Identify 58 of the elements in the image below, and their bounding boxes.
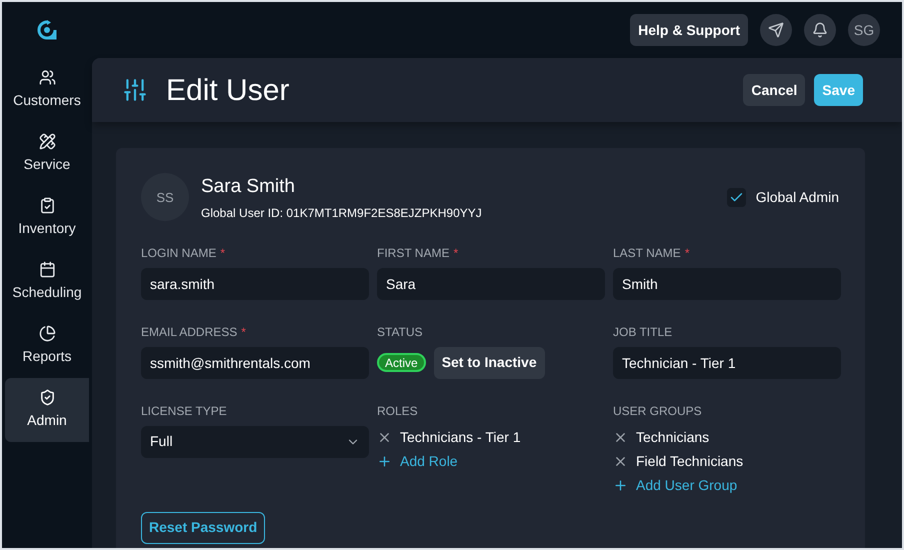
field-label: JOB TITLE — [613, 324, 672, 340]
add-link[interactable]: Add Role — [377, 450, 605, 474]
field-label: LICENSE TYPE — [141, 402, 227, 420]
list-item: Field Technicians — [636, 452, 744, 471]
bell-icon — [812, 22, 828, 38]
required-mark: * — [684, 246, 690, 258]
sidebar-item[interactable]: Inventory — [5, 186, 89, 250]
text-field[interactable]: Sara — [377, 268, 605, 300]
text-field[interactable]: sara.smith — [141, 268, 369, 300]
field-label: USER GROUPS — [613, 402, 702, 420]
cancel-button[interactable]: Cancel — [743, 74, 806, 106]
remove-icon[interactable] — [377, 430, 392, 445]
global-admin-checkbox[interactable] — [726, 188, 746, 207]
sidebar-item[interactable]: Admin — [5, 378, 89, 442]
field-label: FIRST NAME — [377, 244, 450, 262]
page-title: Edit User — [166, 72, 290, 108]
status-badge: Active — [377, 353, 426, 372]
remove-icon[interactable] — [613, 454, 628, 469]
pencil-ruler-icon — [38, 133, 56, 150]
field-label: ROLES — [377, 402, 418, 420]
calendar-icon — [38, 261, 56, 278]
sidebar-item[interactable]: Service — [5, 122, 89, 186]
text-field[interactable]: ssmith@smithrentals.com — [141, 346, 369, 378]
global-user-id: Global User ID: 01K7MT1RM9F2ES8EJZPKH90YYJ — [201, 204, 482, 222]
user-avatar[interactable]: SG — [848, 14, 880, 46]
send-button[interactable] — [760, 14, 792, 46]
checkbox-label: Global Admin — [756, 188, 839, 207]
required-mark: * — [453, 246, 458, 258]
sidebar-item[interactable]: Customers — [5, 58, 89, 122]
paper-plane-icon — [768, 22, 784, 38]
license-select[interactable]: Full — [141, 426, 369, 458]
required-mark: * — [220, 246, 226, 258]
sidebar-item[interactable]: Scheduling — [5, 250, 89, 314]
plus-icon — [613, 478, 628, 493]
list-item: Technicians — [636, 428, 710, 447]
reset-password-button[interactable]: Reset Password — [141, 512, 266, 544]
user-name: Sara Smith — [201, 175, 296, 199]
pie-chart-icon — [38, 325, 56, 342]
field-label: EMAIL ADDRESS — [141, 324, 238, 340]
text-field[interactable]: Technician - Tier 1 — [613, 346, 841, 378]
field-label: LAST NAME — [613, 244, 681, 262]
list-item: Technicians - Tier 1 — [400, 428, 521, 447]
field-label: STATUS — [377, 324, 423, 340]
required-mark: * — [241, 326, 246, 338]
user-avatar: SS — [141, 173, 189, 222]
plus-icon — [377, 454, 392, 469]
add-link[interactable]: Add User Group — [613, 474, 841, 498]
help-support-button[interactable]: Help & Support — [630, 14, 748, 46]
sidebar-item[interactable]: Reports — [5, 314, 89, 378]
text-field[interactable]: Smith — [613, 268, 841, 300]
shield-icon — [38, 389, 56, 406]
field-label: LOGIN NAME — [141, 244, 216, 262]
notifications-button[interactable] — [804, 14, 836, 46]
people-icon — [38, 69, 56, 86]
logo-icon — [36, 19, 58, 41]
sliders-icon — [122, 77, 148, 103]
remove-icon[interactable] — [613, 430, 628, 445]
clipboard-check-icon — [38, 197, 56, 214]
